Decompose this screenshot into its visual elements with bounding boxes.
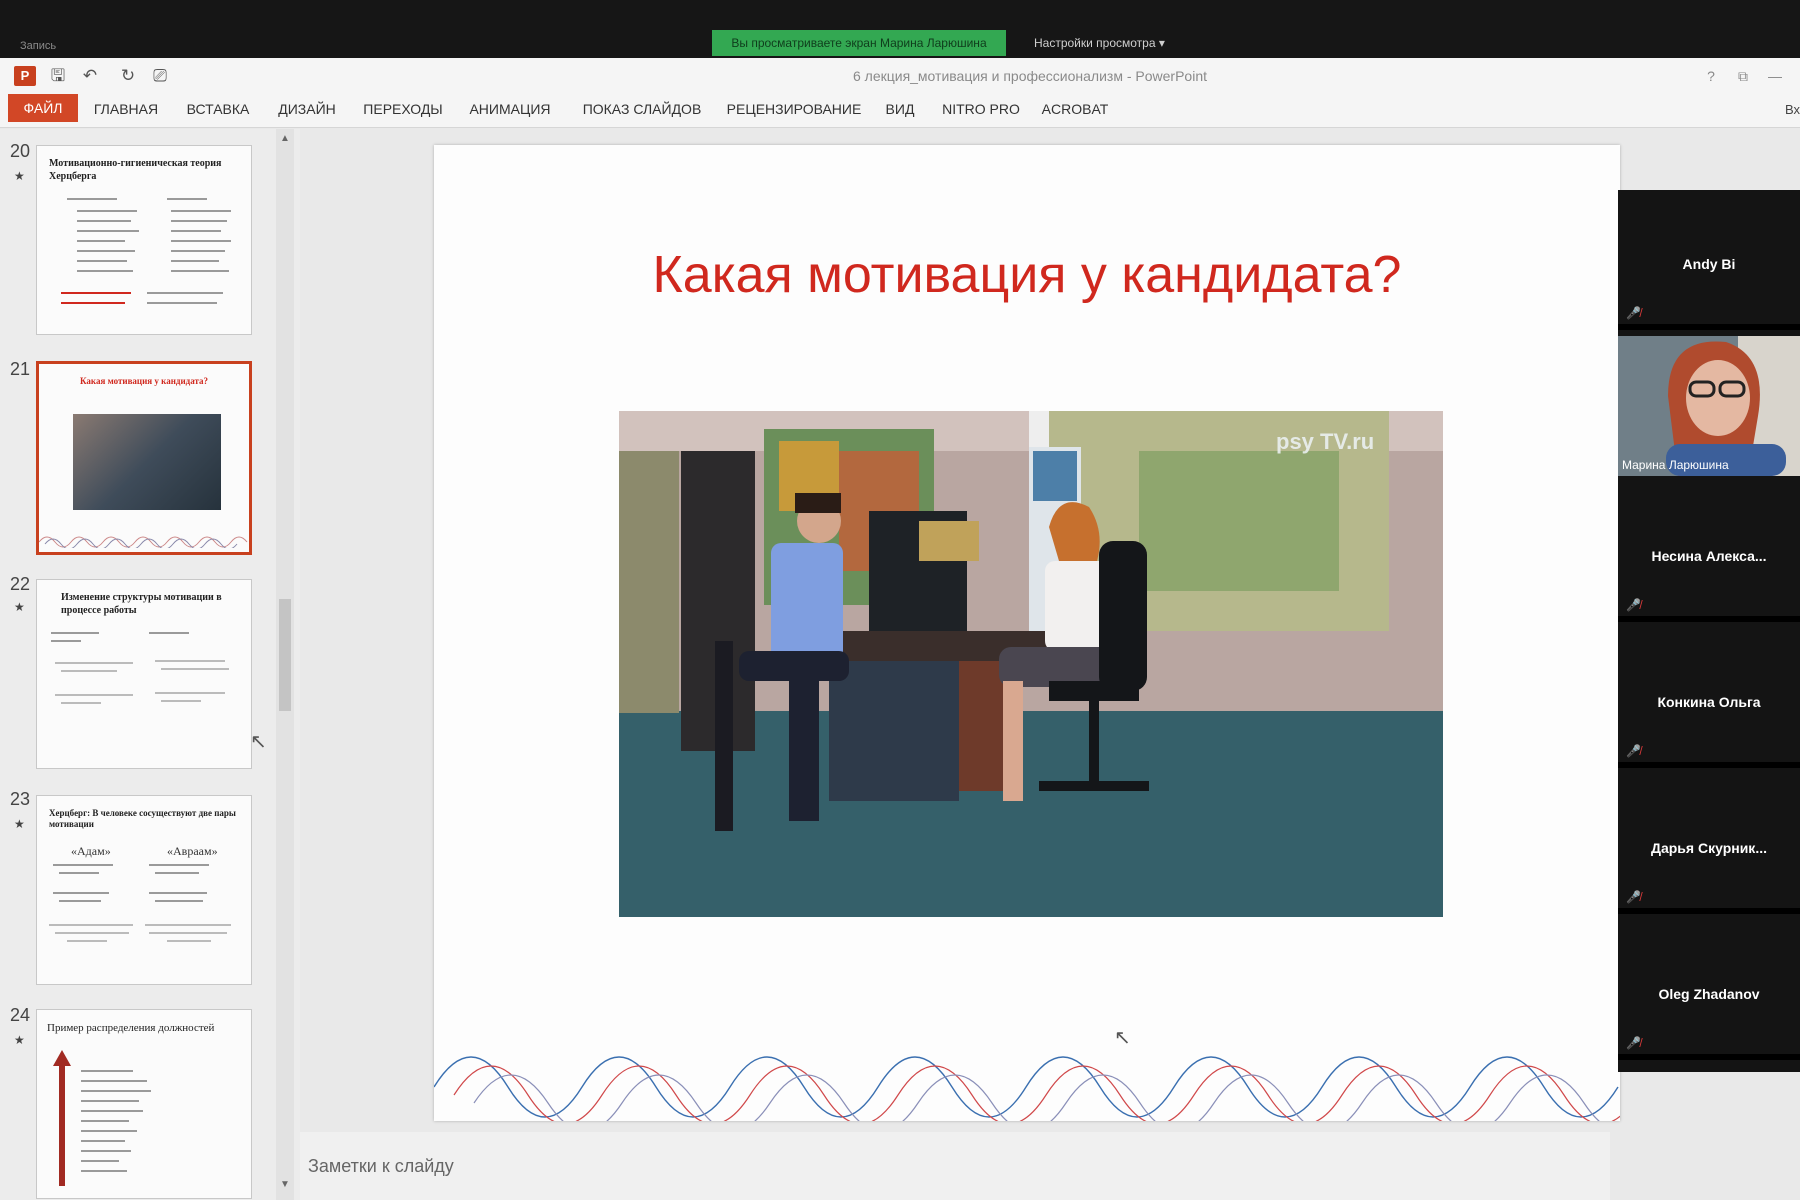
current-slide[interactable]: Какая мотивация у кандидата? psy TV.ru ↖: [434, 145, 1620, 1121]
participant-video-tile[interactable]: Марина Ларюшина: [1618, 336, 1800, 476]
participant-tile[interactable]: Несина Алекса... 🎤̸: [1618, 482, 1800, 622]
participant-name: Дарья Скурник...: [1651, 840, 1767, 856]
thumbnail-number: 21: [10, 359, 31, 379]
photo-watermark: psy TV.ru: [1276, 429, 1375, 454]
animation-star-icon: ★: [14, 169, 25, 183]
thumbnail-column-b: «Авраам»: [167, 844, 218, 858]
slide-thumbnail-24[interactable]: Пример распределения должностей: [36, 1009, 252, 1199]
participant-tile[interactable]: Дарья Скурник... 🎤̸: [1618, 774, 1800, 914]
zoom-top-bar: Запись Вы просматриваете экран Марина Ла…: [0, 0, 1800, 58]
thumbnail-column-a: «Адам»: [71, 844, 111, 858]
thumbnail-title: Какая мотивация у кандидата?: [80, 376, 208, 386]
tab-home[interactable]: ГЛАВНАЯ: [92, 94, 160, 124]
participant-name: Марина Ларюшина: [1622, 458, 1729, 472]
thumbnail-number: 20: [10, 141, 31, 161]
undo-icon[interactable]: ↶: [78, 64, 102, 88]
title-bar: P 🖫 ↶ ↻ ⎚ 6 лекция_мотивация и профессио…: [0, 58, 1800, 94]
tab-slideshow[interactable]: ПОКАЗ СЛАЙДОВ: [578, 94, 706, 124]
thumbnail-title: Херцберг: В человеке сосуществуют две па…: [49, 808, 236, 830]
thumbnail-title: Изменение структуры мотивации в процессе…: [61, 592, 222, 616]
tab-animation[interactable]: АНИМАЦИЯ: [464, 94, 556, 124]
tab-view[interactable]: ВИД: [882, 94, 918, 124]
thumbnail-wave-decoration: [39, 536, 248, 548]
view-options-button[interactable]: Настройки просмотра ▾: [1034, 36, 1165, 50]
muted-mic-icon: 🎤̸: [1626, 744, 1641, 758]
participant-name: Конкина Ольга: [1657, 694, 1761, 710]
muted-mic-icon: 🎤̸: [1626, 598, 1641, 612]
minimize-button[interactable]: —: [1762, 64, 1788, 88]
thumbnail-title: Пример распределения должностей: [47, 1022, 215, 1034]
participant-video: [1618, 336, 1800, 476]
ribbon-display-button[interactable]: ⧉: [1730, 64, 1756, 88]
participant-name: Andy Bi: [1682, 256, 1736, 272]
tab-review[interactable]: РЕЦЕНЗИРОВАНИЕ: [726, 94, 862, 124]
help-button[interactable]: ?: [1698, 64, 1724, 88]
thumbnail-number: 24: [10, 1005, 31, 1025]
thumbnail-title: Мотивационно-гигиеническая теория Херцбе…: [49, 158, 222, 182]
slide-photo[interactable]: psy TV.ru: [619, 411, 1443, 917]
muted-mic-icon: 🎤̸: [1626, 890, 1641, 904]
scrollbar-thumb[interactable]: [279, 599, 291, 711]
chevron-down-icon: ▾: [1158, 36, 1165, 50]
scroll-down-arrow-icon[interactable]: ▼: [276, 1179, 294, 1195]
slide-thumbnail-21[interactable]: Какая мотивация у кандидата?: [36, 361, 252, 555]
thumbnail-photo: [73, 414, 221, 510]
scroll-up-arrow-icon[interactable]: ▲: [276, 133, 294, 149]
slide-thumbnail-22[interactable]: Изменение структуры мотивации в процессе…: [36, 579, 252, 769]
sign-in-link[interactable]: Вх: [1785, 102, 1800, 117]
participant-tile[interactable]: Oleg Zhadanov 🎤̸: [1618, 920, 1800, 1060]
notes-placeholder: Заметки к слайду: [308, 1156, 454, 1176]
save-icon[interactable]: 🖫: [46, 64, 70, 88]
muted-mic-icon: 🎤̸: [1626, 1036, 1641, 1050]
animation-star-icon: ★: [14, 817, 25, 831]
window-title: 6 лекция_мотивация и профессионализм - P…: [852, 68, 1208, 84]
tab-design[interactable]: ДИЗАЙН: [274, 94, 340, 124]
tab-acrobat[interactable]: ACROBAT: [1040, 94, 1110, 124]
office-interview-photo: [619, 411, 1443, 917]
tab-nitro-pro[interactable]: NITRO PRO: [940, 94, 1022, 124]
powerpoint-logo-icon: P: [14, 66, 36, 86]
ribbon-tabs: ФАЙЛ ГЛАВНАЯ ВСТАВКА ДИЗАЙН ПЕРЕХОДЫ АНИ…: [0, 94, 1800, 128]
muted-mic-icon: 🎤̸: [1626, 306, 1641, 320]
mouse-cursor-icon: ↖: [1114, 1027, 1131, 1049]
thumbnail-number: 23: [10, 789, 31, 809]
tab-transitions[interactable]: ПЕРЕХОДЫ: [362, 94, 444, 124]
tab-file[interactable]: ФАЙЛ: [8, 94, 78, 122]
participant-tile[interactable]: Andy Bi 🎤̸: [1618, 190, 1800, 330]
tab-insert[interactable]: ВСТАВКА: [182, 94, 254, 124]
participant-name: Oleg Zhadanov: [1658, 986, 1760, 1002]
slide-editing-area: Какая мотивация у кандидата? psy TV.ru ↖: [300, 129, 1620, 1121]
participant-name: Несина Алекса...: [1651, 548, 1767, 564]
slide-thumbnails-panel: 20 ★ Мотивационно-гигиеническая теория Х…: [0, 129, 300, 1200]
thumbnails-scrollbar[interactable]: ▲ ▼: [276, 129, 294, 1200]
thumbnail-arrow-shaft: [59, 1060, 65, 1186]
notes-pane[interactable]: Заметки к слайду: [300, 1132, 1610, 1200]
screen: Запись Вы просматриваете экран Марина Ла…: [0, 0, 1800, 1200]
animation-star-icon: ★: [14, 1033, 25, 1047]
slide-wave-decoration: [434, 1056, 1620, 1121]
animation-star-icon: ★: [14, 600, 25, 614]
slide-thumbnail-23[interactable]: Херцберг: В человеке сосуществуют две па…: [36, 795, 252, 985]
up-arrow-icon: [53, 1050, 71, 1066]
screen-share-banner: Вы просматриваете экран Марина Ларюшина: [712, 30, 1006, 56]
redo-icon[interactable]: ↻: [116, 64, 140, 88]
recording-status: Запись: [20, 40, 57, 52]
participants-panel: Andy Bi 🎤̸ Марина Ларюшина Несина Алекса…: [1618, 190, 1800, 1072]
slide-title[interactable]: Какая мотивация у кандидата?: [434, 245, 1620, 305]
slideshow-icon[interactable]: ⎚: [148, 64, 172, 88]
slide-thumbnail-20[interactable]: Мотивационно-гигиеническая теория Херцбе…: [36, 145, 252, 335]
participant-tile[interactable]: Конкина Ольга 🎤̸: [1618, 628, 1800, 768]
thumbnail-number: 22: [10, 574, 31, 594]
mouse-cursor-icon: ↖: [250, 731, 267, 753]
view-options-label: Настройки просмотра: [1034, 36, 1156, 50]
